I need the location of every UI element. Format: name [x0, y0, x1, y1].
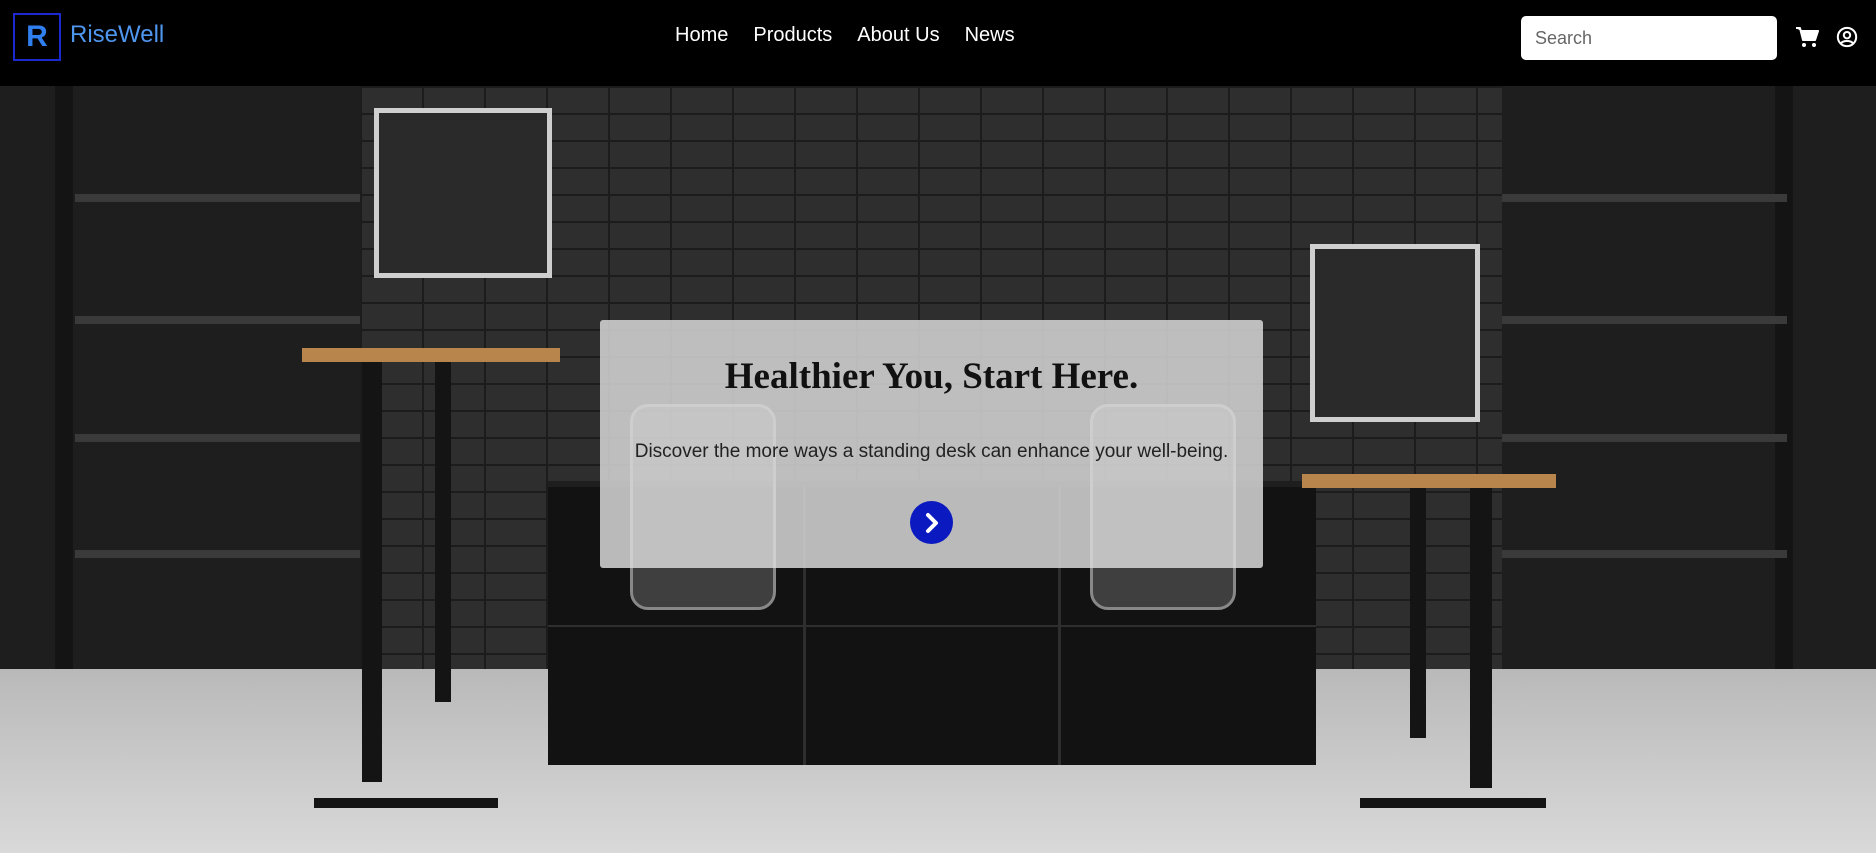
hero-next-button[interactable]	[910, 501, 953, 544]
hero-title: Healthier You, Start Here.	[724, 356, 1139, 397]
wall-pillar	[55, 86, 73, 669]
shelf	[75, 550, 360, 558]
desk-foot	[314, 798, 498, 808]
hero-card: Healthier You, Start Here. Discover the …	[600, 320, 1263, 568]
desk-leg	[1470, 488, 1492, 788]
desk-top	[302, 348, 560, 362]
monitor	[374, 108, 552, 278]
desk-leg	[362, 362, 382, 782]
shelf	[75, 434, 360, 442]
logo[interactable]: R	[13, 13, 61, 61]
monitor	[1310, 244, 1480, 422]
user-circle-icon[interactable]	[1836, 26, 1858, 48]
nav-products[interactable]: Products	[753, 24, 832, 47]
hero-subtitle: Discover the more ways a standing desk c…	[634, 441, 1229, 462]
main-nav: Home Products About Us News	[675, 24, 1015, 47]
wall-pillar	[1775, 86, 1793, 669]
nav-about-us[interactable]: About Us	[857, 24, 939, 47]
shelf	[1502, 434, 1787, 442]
site-header: R RiseWell Home Products About Us News	[0, 0, 1876, 86]
search-box	[1521, 16, 1777, 60]
right-wall	[1502, 86, 1876, 669]
desk-leg	[1410, 488, 1426, 738]
cabinet-divider	[548, 625, 1316, 627]
shelf	[1502, 194, 1787, 202]
shelf	[75, 194, 360, 202]
desk-leg	[435, 362, 451, 702]
nav-news[interactable]: News	[965, 24, 1015, 47]
left-wall	[0, 86, 360, 669]
shelf	[75, 316, 360, 324]
shelf	[1502, 550, 1787, 558]
chevron-right-icon	[925, 512, 938, 533]
search-input[interactable]	[1521, 26, 1769, 50]
brand-name[interactable]: RiseWell	[70, 21, 164, 49]
cart-icon[interactable]	[1795, 26, 1819, 48]
nav-home[interactable]: Home	[675, 24, 728, 47]
shelf	[1502, 316, 1787, 324]
desk-top	[1302, 474, 1556, 488]
desk-foot	[1360, 798, 1546, 808]
